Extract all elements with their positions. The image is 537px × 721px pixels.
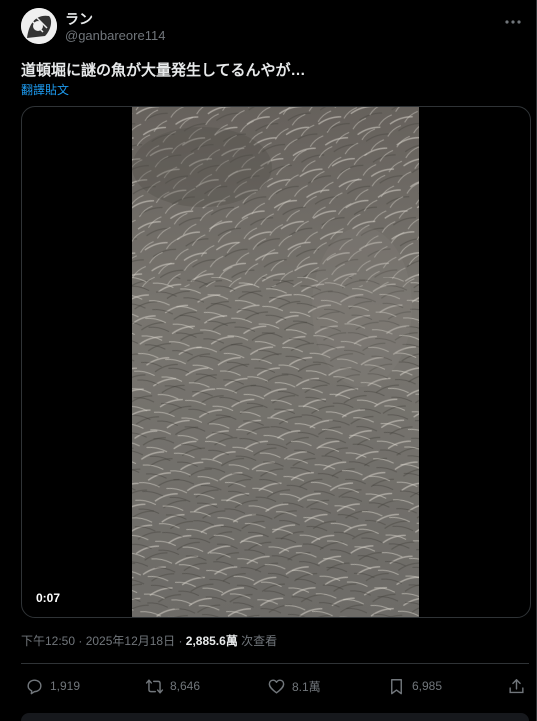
bookmark-count: 6,985 (412, 679, 443, 693)
video-duration: 0:07 (36, 591, 61, 605)
more-horizontal-icon[interactable] (503, 12, 523, 32)
views-label: 次查看 (237, 634, 278, 648)
fish-school-image (132, 107, 419, 617)
heart-icon (268, 678, 285, 694)
divider (21, 663, 529, 664)
tweet-header: ラン @ganbareore114 (21, 6, 531, 46)
action-bar: 1,919 8,646 8.1萬 6,985 (21, 673, 531, 699)
meta-separator: · (75, 634, 86, 648)
avatar-image-icon (21, 8, 57, 44)
tweet-text: 道頓堀に謎の魚が大量発生してるんやが… (21, 62, 306, 79)
reply-count: 1,919 (50, 679, 81, 693)
retweet-button[interactable]: 8,646 (145, 673, 200, 699)
reply-button[interactable]: 1,919 (25, 673, 80, 699)
tweet-meta: 下午12:50 · 2025年12月18日 · 2,885.6萬 次查看 (21, 632, 277, 649)
reply-icon (27, 678, 42, 694)
translate-link[interactable]: 翻譯貼文 (21, 81, 69, 98)
author-name[interactable]: ラン (65, 9, 93, 29)
like-button[interactable]: 8.1萬 (267, 673, 321, 699)
share-icon (509, 678, 524, 693)
meta-separator: · (175, 634, 186, 648)
next-item-edge (21, 713, 529, 721)
video-player[interactable]: 0:07 (21, 106, 531, 618)
retweet-count: 8,646 (170, 679, 201, 693)
avatar[interactable] (21, 8, 57, 44)
video-frame[interactable] (132, 107, 419, 617)
tweet-date[interactable]: 2025年12月18日 (86, 634, 175, 648)
author-handle[interactable]: @ganbareore114 (65, 28, 165, 43)
like-count: 8.1萬 (292, 679, 321, 694)
bookmark-button[interactable]: 6,985 (387, 673, 442, 699)
share-button[interactable] (507, 673, 526, 699)
tweet-time[interactable]: 下午12:50 (21, 634, 75, 648)
retweet-icon (145, 678, 164, 694)
views-count: 2,885.6萬 (185, 634, 238, 648)
bookmark-icon (391, 678, 402, 694)
